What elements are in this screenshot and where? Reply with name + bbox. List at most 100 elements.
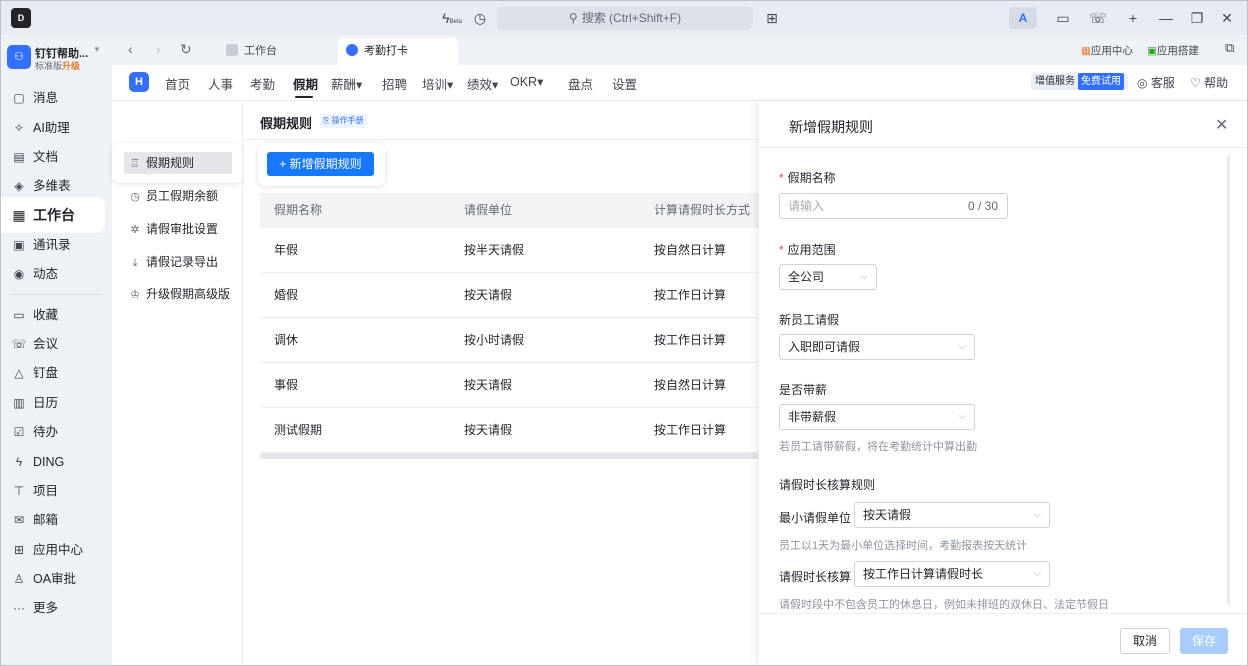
- restore-icon[interactable]: ❐: [1183, 7, 1211, 29]
- table-row[interactable]: 事假 按天请假 按自然日计算: [260, 363, 759, 408]
- menu-item-0[interactable]: 首页: [165, 74, 190, 93]
- table-cell: 按半天请假: [464, 243, 525, 257]
- menu-item-10[interactable]: 设置: [612, 74, 637, 93]
- more-icon: ···: [13, 601, 25, 615]
- free-trial-badge[interactable]: 免费试用: [1078, 73, 1124, 90]
- menu-item-6[interactable]: 培训▾: [422, 74, 453, 93]
- manual-link[interactable]: ⎘ 操作手册: [320, 114, 367, 128]
- history-icon[interactable]: ◷: [470, 9, 490, 27]
- tab-attendance[interactable]: 考勤打卡: [338, 38, 458, 65]
- ai-assistant-icon: ✧: [13, 121, 25, 135]
- nav-divider: [9, 294, 103, 295]
- table-row[interactable]: 测试假期 按天请假 按工作日计算: [260, 408, 759, 453]
- submenu-item-0[interactable]: ♖ 假期规则: [124, 152, 232, 174]
- dingtalk-logo[interactable]: D: [11, 8, 31, 28]
- cancel-button[interactable]: 取消: [1120, 628, 1170, 654]
- table-row[interactable]: 婚假 按天请假 按工作日计算: [260, 273, 759, 318]
- leave-rules-page: 假期规则 ⎘ 操作手册 + 新增假期规则 假期名称 请假单位 计算请假时长方式 …: [244, 101, 759, 665]
- submenu-item-4[interactable]: ♔ 升级假期高级版: [124, 283, 230, 305]
- add-icon[interactable]: +: [1119, 7, 1147, 29]
- min-unit-select[interactable]: 按天请假 ⌵: [854, 502, 1050, 528]
- nav-item-5[interactable]: ▣ 通讯录: [7, 232, 105, 258]
- close-icon[interactable]: ✕: [1215, 115, 1228, 135]
- tab-workbench[interactable]: 工作台: [218, 38, 328, 65]
- menu-item-7[interactable]: 绩效▾: [467, 74, 498, 93]
- submenu-item-3[interactable]: ⤓ 请假记录导出: [124, 251, 218, 273]
- scan-icon[interactable]: ⊞: [762, 9, 782, 27]
- nav-item-2[interactable]: ▤ 文档: [7, 144, 105, 170]
- menu-item-9[interactable]: 盘点: [568, 74, 593, 93]
- table-row[interactable]: 调休 按小时请假 按工作日计算: [260, 318, 759, 363]
- customer-service-link[interactable]: ◎ 客服: [1137, 74, 1175, 91]
- nav-item-8[interactable]: ☏ 会议: [7, 331, 105, 357]
- new-employee-select[interactable]: 入职即可请假 ⌵: [779, 334, 975, 360]
- nav-item-7[interactable]: ▭ 收藏: [7, 302, 105, 328]
- chevron-down-icon: ▼: [93, 45, 101, 54]
- add-leave-rule-button[interactable]: + 新增假期规则: [267, 152, 374, 176]
- refresh-icon[interactable]: ↻: [180, 41, 192, 58]
- add-button-highlight: + 新增假期规则: [258, 143, 385, 186]
- scope-select[interactable]: 全公司 ⌵: [779, 264, 877, 290]
- min-unit-label: 最小请假单位: [779, 511, 852, 525]
- menu-item-3[interactable]: 假期: [293, 74, 318, 93]
- nav-item-17[interactable]: ··· 更多: [7, 595, 105, 621]
- ai-icon[interactable]: A: [1009, 7, 1037, 29]
- drawer-footer: 取消 保存: [759, 613, 1247, 665]
- calc-select[interactable]: 按工作日计算请假时长 ⌵: [854, 561, 1050, 587]
- menu-item-4[interactable]: 薪酬▾: [331, 74, 362, 93]
- drawer-title: 新增假期规则: [789, 119, 873, 135]
- close-icon[interactable]: ✕: [1213, 7, 1241, 29]
- submenu-item-2[interactable]: ✲ 请假审批设置: [124, 218, 218, 240]
- back-icon[interactable]: ‹: [128, 41, 133, 57]
- value-added-service[interactable]: 增值服务 免费试用: [1031, 73, 1128, 90]
- title-divider: [244, 139, 759, 140]
- screen-icon[interactable]: ▭: [1049, 7, 1077, 29]
- chevron-down-icon: ⌵: [958, 411, 966, 422]
- menu-item-8[interactable]: OKR▾: [510, 74, 543, 89]
- app-build-link[interactable]: ▣应用搭建: [1147, 43, 1199, 58]
- horizontal-scrollbar[interactable]: [260, 453, 759, 459]
- nav-item-13[interactable]: ⊤ 项目: [7, 478, 105, 504]
- leave-name-input[interactable]: 请输入 0 / 30: [779, 193, 1008, 219]
- menu-item-2[interactable]: 考勤: [250, 74, 275, 93]
- call-icon[interactable]: ☏: [1084, 7, 1112, 29]
- help-link[interactable]: ♡ 帮助: [1190, 74, 1228, 91]
- minimize-icon[interactable]: —: [1152, 7, 1180, 29]
- submenu-item-1[interactable]: ◷ 员工假期余额: [124, 185, 218, 207]
- customer-service-label: 客服: [1150, 76, 1175, 90]
- upgrade-link[interactable]: 升级: [62, 61, 80, 71]
- table-row[interactable]: 年假 按半天请假 按自然日计算: [260, 228, 759, 273]
- paid-select[interactable]: 非带薪假 ⌵: [779, 404, 975, 430]
- nav-item-3[interactable]: ◈ 多维表: [7, 173, 105, 199]
- open-external-icon[interactable]: ⧉: [1225, 40, 1234, 56]
- nav-item-label: 日历: [33, 396, 59, 410]
- nav-item-label: DING: [33, 455, 65, 469]
- nav-item-0[interactable]: ▢ 消息: [7, 85, 105, 111]
- flash-beta-icon[interactable]: ϟBeta: [442, 9, 462, 27]
- calendar-icon: ▥: [13, 396, 25, 410]
- nav-item-10[interactable]: ▥ 日历: [7, 390, 105, 416]
- scope-text: 应用范围: [787, 243, 836, 257]
- menu-item-5[interactable]: 招聘: [382, 74, 407, 93]
- submenu-item-label: 假期规则: [146, 156, 195, 170]
- chevron-down-icon: ⌵: [1033, 568, 1041, 579]
- nav-item-14[interactable]: ✉ 邮箱: [7, 507, 105, 533]
- nav-item-1[interactable]: ✧ AI助理: [7, 115, 105, 141]
- global-search[interactable]: ⚲ 搜索 (Ctrl+Shift+F): [497, 7, 753, 30]
- nav-item-4[interactable]: ▦ 工作台: [1, 197, 105, 233]
- forward-icon[interactable]: ›: [156, 41, 161, 57]
- menu-item-1[interactable]: 人事: [208, 74, 233, 93]
- nav-item-12[interactable]: ϟ DING: [7, 449, 105, 475]
- paid-hint: 若员工请带薪假，将在考勤统计中算出勤: [779, 441, 977, 453]
- org-switcher[interactable]: ⚇ 钉钉帮助... ▼ 标准版升级: [7, 43, 107, 73]
- nav-item-15[interactable]: ⊞ 应用中心: [7, 537, 105, 563]
- app-center-label: 应用中心: [1090, 45, 1133, 57]
- app-center-icon: ⊞: [13, 543, 25, 557]
- save-button[interactable]: 保存: [1180, 628, 1228, 654]
- nav-item-9[interactable]: △ 钉盘: [7, 360, 105, 386]
- nav-item-11[interactable]: ☑ 待办: [7, 419, 105, 445]
- nav-item-16[interactable]: ♙ OA审批: [7, 566, 105, 592]
- drawer-scrollbar[interactable]: [1227, 155, 1230, 605]
- nav-item-6[interactable]: ◉ 动态: [7, 261, 105, 287]
- app-center-link[interactable]: ▦应用中心: [1081, 43, 1133, 58]
